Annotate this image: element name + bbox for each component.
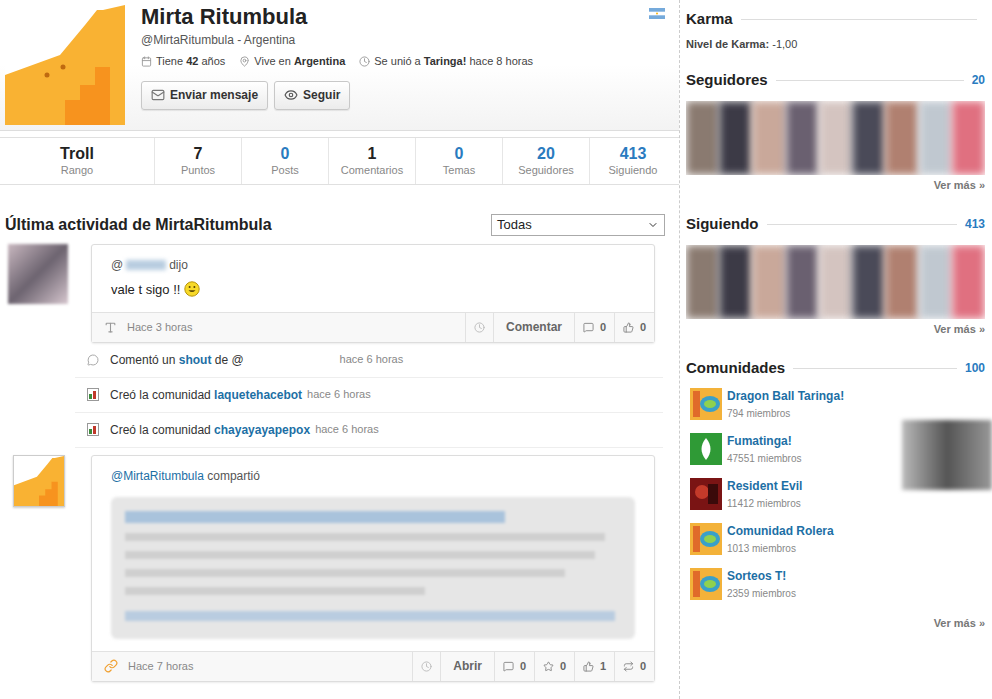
clock-icon[interactable] (474, 322, 485, 333)
card-time: Hace 7 horas (128, 658, 193, 675)
activity-text: Comentó un shout de @ (110, 351, 244, 369)
profile-avatar-icon[interactable] (5, 5, 125, 125)
activity-filter-select[interactable]: Todas (491, 214, 665, 236)
comment-bubble-icon (87, 354, 99, 366)
stat-item[interactable]: 413Siguiendo (589, 138, 676, 184)
stat-item[interactable]: 0Posts (241, 138, 328, 184)
comment-icon (583, 322, 594, 333)
like-icon (583, 661, 594, 672)
followers-strip[interactable] (686, 101, 985, 175)
followers-heading: Seguidores20 (686, 69, 985, 92)
card-footer: Hace 7 horasAbrir0010 (92, 651, 654, 681)
smiley-icon (184, 281, 200, 297)
card-action-button[interactable]: Abrir (440, 652, 494, 681)
comment-text: vale t sigo !! (111, 280, 635, 300)
activity-title: Última actividad de MirtaRitumbula (5, 213, 272, 237)
activity-comment: @dijovale t sigo !!Hace 3 horasComentar0… (0, 244, 679, 343)
karma-level: Nivel de Karma: -1,00 (686, 36, 985, 53)
argentina-flag-icon (649, 8, 665, 19)
stat-item[interactable]: 0Temas (415, 138, 502, 184)
eye-icon (284, 88, 298, 102)
card-time: Hace 3 horas (127, 319, 192, 336)
activity-line: Creó la comunidad chayayayapepox hace 6 h… (75, 413, 663, 448)
counter-button[interactable]: 0 (494, 652, 534, 681)
chevron-down-icon (647, 219, 659, 231)
community-item[interactable]: Sorteos T!2359 miembros (686, 568, 985, 613)
taringa-community-icon (690, 523, 722, 555)
link-icon (104, 659, 118, 673)
activity-text: Creó la comunidad chayayayapepox (110, 421, 310, 439)
activity-line: Comentó un shout de @ hace 6 horas (75, 343, 663, 378)
ad-block[interactable] (902, 420, 992, 490)
activity-time: hace 6 horas (340, 351, 404, 368)
profile-location: Vive en Argentina (254, 53, 345, 70)
profile-handle: @MirtaRitumbula - Argentina (141, 31, 649, 49)
message-button[interactable]: Enviar mensaje (141, 81, 268, 110)
profile-page: Mirta Ritumbula@MirtaRitumbula - Argenti… (0, 0, 992, 699)
share-user[interactable]: @MirtaRitumbula (111, 469, 204, 483)
stat-item: 1Comentarios (328, 138, 415, 184)
user-avatar[interactable] (8, 244, 68, 304)
community-icon (87, 388, 99, 401)
shared-preview[interactable] (111, 497, 635, 639)
activity-list: @dijovale t sigo !!Hace 3 horasComentar0… (0, 239, 679, 682)
envelope-icon (151, 88, 165, 102)
see-more-link[interactable]: Ver más » (934, 321, 985, 338)
counter-button[interactable]: 0 (574, 313, 614, 342)
activity-time: hace 6 horas (307, 386, 371, 403)
taringa-community-icon (690, 388, 722, 420)
profile-name: Mirta Ritumbula (141, 4, 649, 30)
activity-line: Creó la comunidad laquetehacebot hace 6 h… (75, 378, 663, 413)
karma-heading: Karma (686, 8, 985, 31)
card-action-button[interactable]: Comentar (493, 313, 574, 342)
community-icon (87, 423, 99, 436)
comment-icon (503, 661, 514, 672)
profile-header: Mirta Ritumbula@MirtaRitumbula - Argenti… (0, 0, 679, 131)
activity-share: @MirtaRitumbula compartió Hace 7 horas Abr… (0, 455, 679, 682)
counter-button[interactable]: 0 (614, 313, 654, 342)
share-icon (623, 661, 634, 672)
clock-icon (359, 56, 370, 67)
stat-item: TrollRango (0, 138, 154, 184)
stats-bar: TrollRango7Puntos0Posts1Comentarios0Tema… (0, 137, 679, 185)
see-more-link[interactable]: Ver más » (934, 177, 985, 194)
stat-item[interactable]: 20Seguidores (502, 138, 589, 184)
user-avatar-icon[interactable] (14, 456, 64, 506)
leaf-community-icon (690, 433, 722, 465)
text-type-icon (104, 321, 117, 334)
community-item[interactable]: Comunidad Rolera1013 miembros (686, 523, 985, 568)
sidebar: Karma Nivel de Karma: -1,00 Seguidores20 Ve… (679, 0, 992, 699)
activity-text: Creó la comunidad laquetehacebot (110, 386, 302, 404)
resident-evil-icon (690, 478, 722, 510)
activity-time: hace 6 horas (315, 421, 379, 438)
comment-verb: dijo (169, 256, 188, 274)
following-strip[interactable] (686, 245, 985, 319)
share-card: @MirtaRitumbula compartió Hace 7 horas Abr… (91, 455, 655, 682)
follow-button[interactable]: Seguir (274, 81, 350, 110)
taringa-community-icon (690, 568, 722, 600)
stat-item: 7Puntos (154, 138, 241, 184)
see-more-link[interactable]: Ver más » (934, 615, 985, 632)
profile-age: Tiene 42 años (156, 53, 225, 70)
following-heading: Siguiendo413 (686, 213, 985, 236)
counter-button[interactable]: 0 (614, 652, 654, 681)
favorite-icon (543, 661, 554, 672)
mention[interactable]: @ (111, 256, 123, 274)
counter-button[interactable]: 0 (534, 652, 574, 681)
card-footer: Hace 3 horasComentar00 (92, 312, 654, 342)
calendar-icon (141, 56, 152, 67)
like-icon (623, 322, 634, 333)
counter-button[interactable]: 1 (574, 652, 614, 681)
comment-card: @dijovale t sigo !!Hace 3 horasComentar0… (91, 244, 655, 343)
profile-joined: Se unió a Taringa! hace 8 horas (374, 53, 533, 70)
clock-icon[interactable] (421, 661, 432, 672)
communities-heading: Comunidades100 (686, 357, 985, 380)
share-verb: compartió (207, 469, 260, 483)
location-icon (239, 56, 250, 67)
